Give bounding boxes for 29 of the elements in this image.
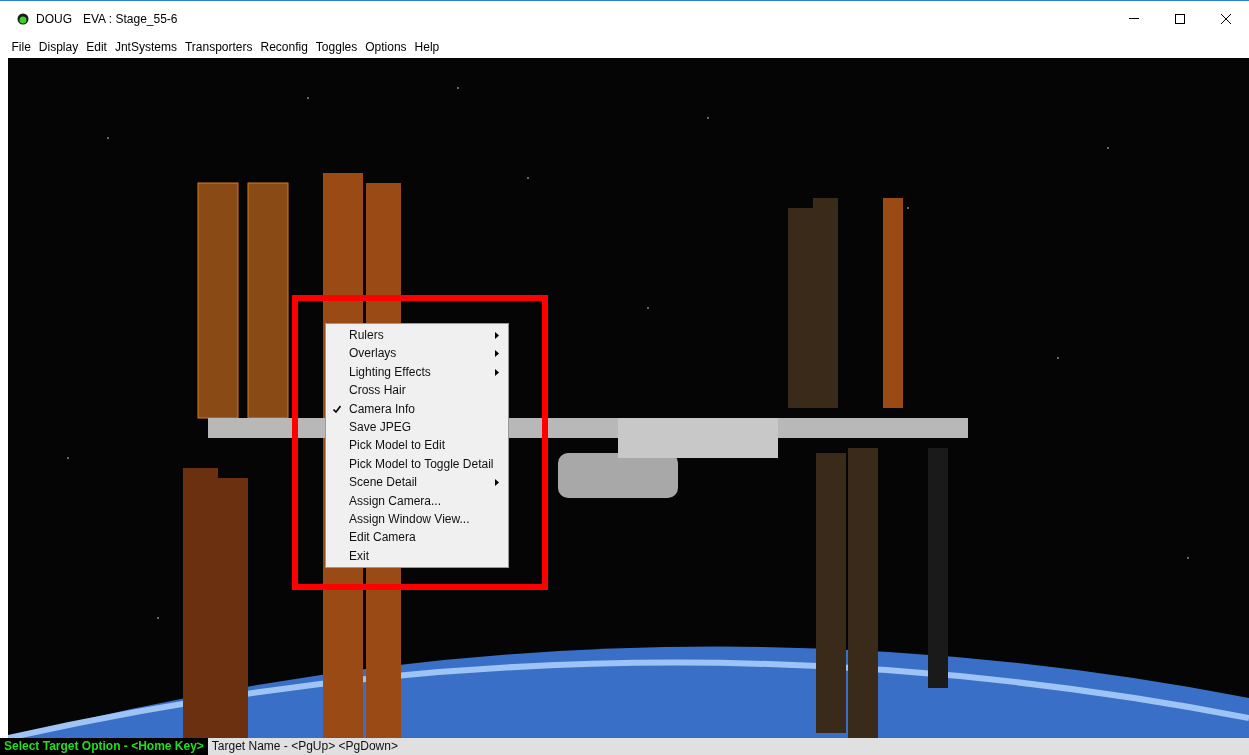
menu-item[interactable]: Camera Info <box>326 399 508 418</box>
menu-bar-item[interactable]: JntSystems <box>111 37 181 57</box>
app-name: DOUG <box>36 10 72 28</box>
menu-item[interactable]: Pick Model to Toggle Detail <box>326 454 508 474</box>
menu-bar-item[interactable]: Edit <box>82 37 111 57</box>
status-item: Select Target Option - <Home Key> <box>0 738 208 755</box>
menu-item[interactable]: Scene Detail <box>326 473 508 492</box>
status-item: Target Name - <PgUp> <PgDown> <box>210 738 399 755</box>
menu-bar-item[interactable]: Help <box>411 37 443 57</box>
menu-bar-item[interactable]: File <box>8 37 35 57</box>
app-icon <box>17 12 29 25</box>
maximize-icon <box>1175 13 1185 24</box>
close-icon <box>1221 13 1231 24</box>
window-title: EVA : Stage_55-6 <box>83 10 178 28</box>
menu-item[interactable]: Assign Camera... <box>326 491 508 510</box>
menu-item[interactable]: Lighting Effects <box>326 362 508 382</box>
menu-item[interactable]: Pick Model to Edit <box>326 436 508 455</box>
menu-bar-item[interactable]: Toggles <box>312 37 361 57</box>
menu-item[interactable]: Exit <box>326 546 508 566</box>
menu-bar-item[interactable]: Options <box>361 37 411 57</box>
menu-item[interactable]: Assign Window View... <box>326 509 508 529</box>
menu-bar-item[interactable]: Transporters <box>181 37 256 57</box>
menu-bar-item[interactable]: Display <box>35 37 82 57</box>
minimize-icon <box>1129 18 1139 19</box>
menu-bar-item[interactable]: Reconfig <box>257 37 312 57</box>
menu-item[interactable]: Overlays <box>326 344 508 363</box>
menu-item[interactable]: Rulers <box>326 326 508 345</box>
menu-item[interactable]: Cross Hair <box>326 381 508 400</box>
menu-item[interactable]: Edit Camera <box>326 528 508 547</box>
